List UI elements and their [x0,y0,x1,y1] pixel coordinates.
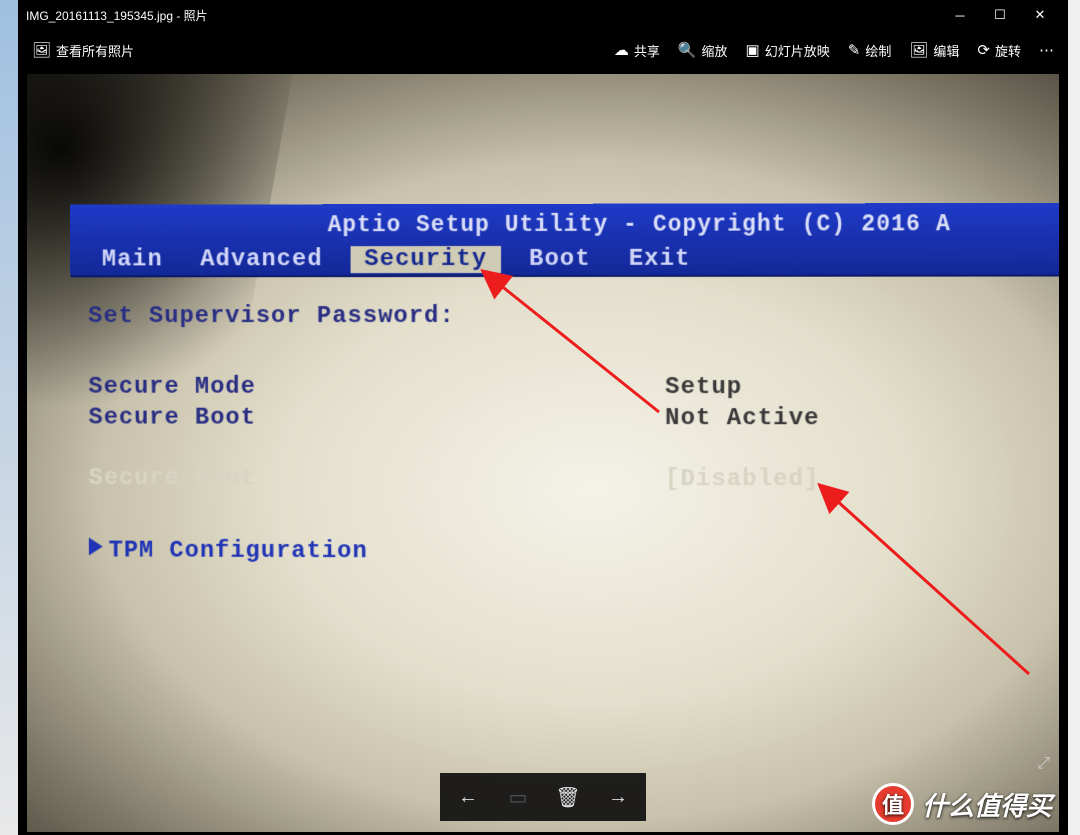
edit-icon: 🖼 [909,41,928,59]
desktop-strip [0,0,18,835]
edit-label: 编辑 [933,41,959,60]
row-secure-boot-option[interactable]: Secure Boot [Disabled] [89,465,1059,494]
smzdm-watermark-text: 什么值得买 [922,786,1052,823]
smzdm-badge-icon: 值 [872,783,914,825]
draw-button[interactable]: ✎ 绘制 [848,41,892,60]
add-to-album-button[interactable]: ▭ [498,779,538,815]
bios-body: Set Supervisor Password: Secure Mode Set… [70,276,1059,567]
rotate-icon: ⟳ [977,41,990,59]
close-button[interactable]: ✕ [1020,0,1060,30]
row-supervisor-password[interactable]: Set Supervisor Password: [88,303,1059,330]
slideshow-button[interactable]: ▣ 幻灯片放映 [746,41,830,60]
view-all-photos-label: 查看所有照片 [56,41,134,60]
supervisor-password-label: Set Supervisor Password: [88,303,665,330]
zoom-label: 缩放 [702,41,728,60]
share-button[interactable]: ☁ 共享 [614,41,660,60]
window-title-bar: IMG_20161113_195345.jpg - 照片 ─ ☐ ✕ [18,0,1068,30]
bios-tab-security[interactable]: Security [350,246,501,273]
photos-app-window: IMG_20161113_195345.jpg - 照片 ─ ☐ ✕ 🖼 查看所… [18,0,1068,835]
draw-label: 绘制 [865,41,891,60]
submenu-arrow-icon [89,538,103,556]
view-all-photos-button[interactable]: 🖼 查看所有照片 [32,41,134,60]
window-title: IMG_20161113_195345.jpg - 照片 [26,7,208,24]
maximize-button[interactable]: ☐ [980,0,1020,30]
draw-icon: ✎ [848,41,861,59]
gallery-icon: 🖼 [32,41,51,59]
slideshow-icon: ▣ [746,41,760,59]
share-label: 共享 [634,41,660,60]
bios-tab-main[interactable]: Main [92,246,173,273]
fullscreen-button[interactable]: ⤢ [1037,755,1050,773]
photo-content: Aptio Setup Utility - Copyright (C) 2016… [27,74,1059,832]
photo-action-bar: ← ▭ 🗑 → [440,773,646,821]
secure-boot-status-value: Not Active [665,405,820,432]
photo-viewport: Aptio Setup Utility - Copyright (C) 2016… [18,70,1068,835]
rotate-button[interactable]: ⟳ 旋转 [977,41,1021,60]
ellipsis-icon: ⋯ [1039,41,1054,59]
more-button[interactable]: ⋯ [1039,41,1054,59]
bios-tab-boot[interactable]: Boot [519,246,601,273]
row-tpm-configuration[interactable]: TPM Configuration [89,538,1059,568]
secure-mode-label: Secure Mode [88,374,665,401]
zoom-button[interactable]: 🔍 缩放 [678,41,728,60]
bios-screen: Aptio Setup Utility - Copyright (C) 2016… [70,203,1059,571]
rotate-label: 旋转 [995,41,1021,60]
bios-tabs: Main Advanced Security Boot Exit [70,245,1059,277]
zoom-icon: 🔍 [678,41,697,59]
bios-title: Aptio Setup Utility - Copyright (C) 2016… [70,209,1059,247]
tpm-configuration-label: TPM Configuration [109,538,368,566]
right-gutter [1068,0,1080,835]
app-toolbar: 🖼 查看所有照片 ☁ 共享 🔍 缩放 ▣ 幻灯片放映 ✎ 绘制 🖼 [18,30,1068,70]
minimize-button[interactable]: ─ [940,0,980,30]
row-secure-mode: Secure Mode Setup [88,374,1059,402]
bios-tab-exit[interactable]: Exit [619,246,701,273]
edit-button[interactable]: 🖼 编辑 [909,41,959,60]
secure-mode-value: Setup [665,374,742,401]
next-photo-button[interactable]: → [598,779,638,815]
bios-tab-advanced[interactable]: Advanced [190,246,332,273]
row-secure-boot-status: Secure Boot Not Active [88,405,1059,433]
secure-boot-option-label: Secure Boot [89,465,665,493]
prev-photo-button[interactable]: ← [448,779,488,815]
secure-boot-option-value: [Disabled] [665,466,820,493]
secure-boot-status-label: Secure Boot [88,405,665,433]
share-icon: ☁ [614,41,629,59]
bios-header: Aptio Setup Utility - Copyright (C) 2016… [70,203,1059,277]
slideshow-label: 幻灯片放映 [765,41,830,60]
delete-photo-button[interactable]: 🗑 [548,779,588,815]
smzdm-watermark: 值 什么值得买 [872,783,1052,825]
